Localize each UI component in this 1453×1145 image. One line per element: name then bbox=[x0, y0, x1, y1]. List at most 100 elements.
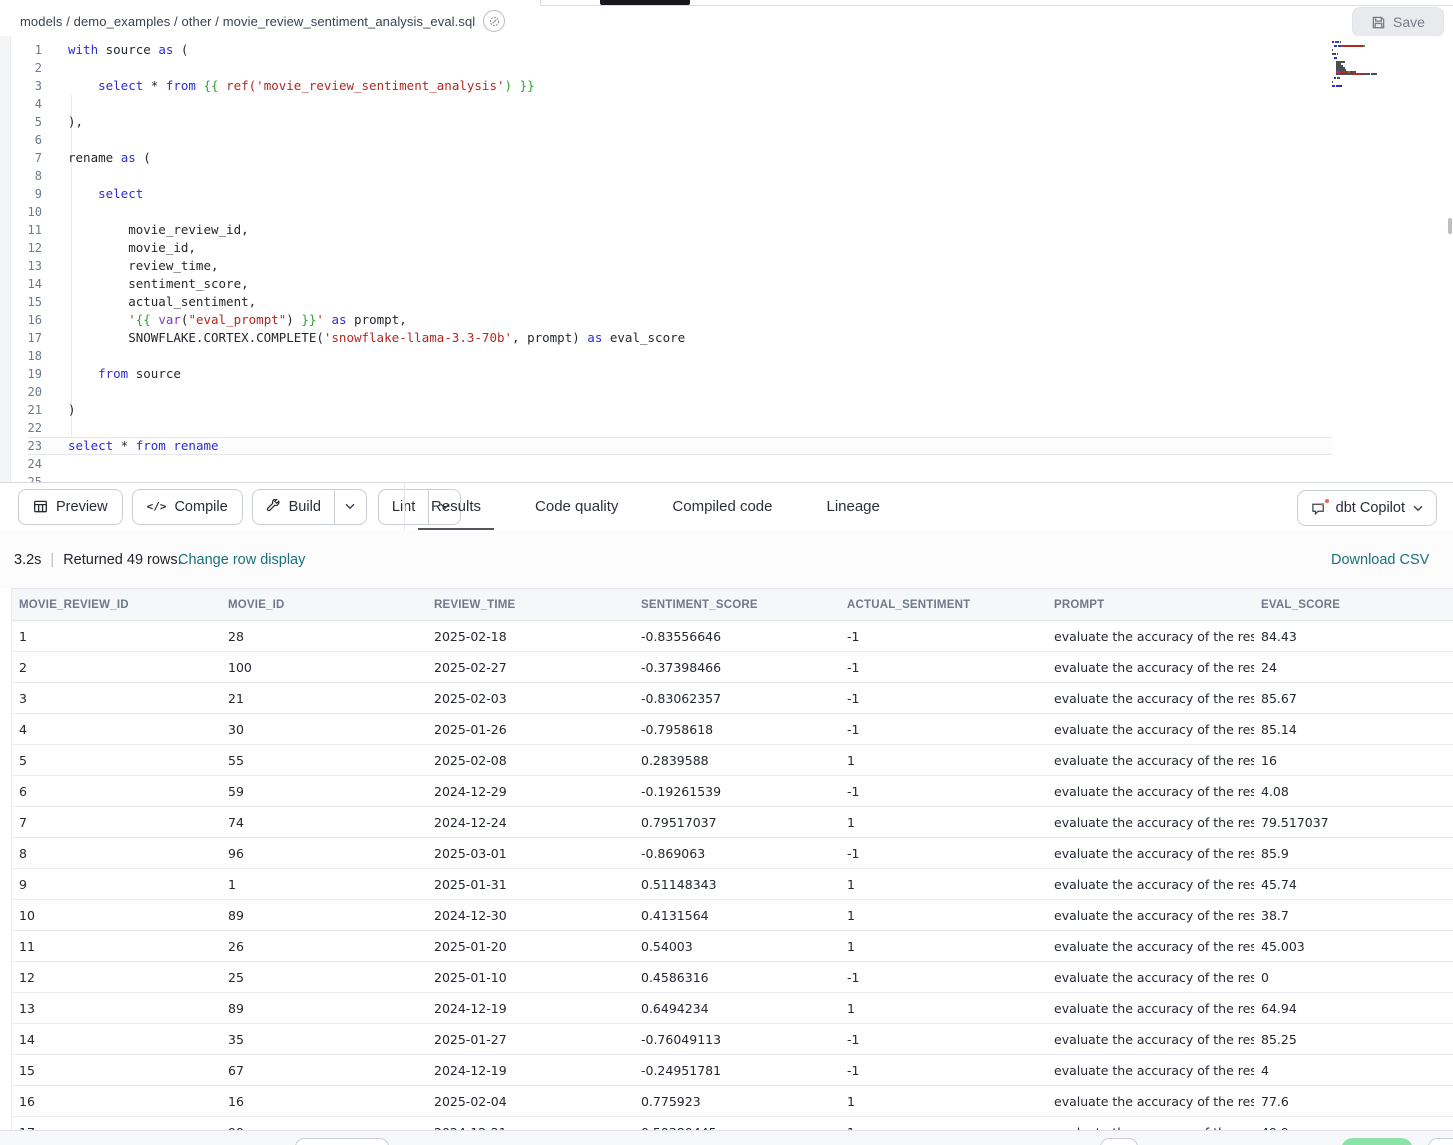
prompt-truncated-text: evaluate the accuracy of the res… bbox=[1054, 1032, 1254, 1047]
line-number: 4 bbox=[10, 95, 42, 113]
code-line[interactable]: ), bbox=[68, 113, 1453, 131]
code-line[interactable] bbox=[68, 95, 1453, 113]
code-line[interactable]: actual_sentiment, bbox=[68, 293, 1453, 311]
table-row: 10892024-12-300.41315641evaluate the acc… bbox=[12, 900, 1453, 931]
bottom-bar bbox=[0, 1130, 1453, 1145]
preview-button[interactable]: Preview bbox=[18, 489, 123, 525]
table-cell: 2025-02-04 bbox=[427, 1094, 634, 1109]
eval-score-cell: 64.94 bbox=[1254, 1001, 1453, 1016]
breadcrumb[interactable]: models / demo_examples / other / movie_r… bbox=[20, 14, 475, 29]
table-cell: 55 bbox=[221, 753, 427, 768]
build-dropdown-button[interactable] bbox=[334, 490, 366, 524]
build-split-button: Build bbox=[252, 489, 367, 525]
code-line[interactable]: rename as ( bbox=[68, 149, 1453, 167]
code-line[interactable]: from source bbox=[68, 365, 1453, 383]
code-line[interactable]: select * from {{ ref('movie_review_senti… bbox=[68, 77, 1453, 95]
compile-label: Compile bbox=[174, 499, 227, 515]
change-row-display-link[interactable]: Change row display bbox=[178, 552, 305, 568]
code-line[interactable]: SNOWFLAKE.CORTEX.COMPLETE('snowflake-lla… bbox=[68, 329, 1453, 347]
table-cell: -1 bbox=[840, 722, 1047, 737]
code-line[interactable]: movie_id, bbox=[68, 239, 1453, 257]
table-row: 21002025-02-27-0.37398466-1evaluate the … bbox=[12, 652, 1453, 683]
table-cell: 1 bbox=[840, 908, 1047, 923]
toolbar: Preview </> Compile Build bbox=[0, 483, 1453, 531]
code-icon: </> bbox=[147, 500, 167, 513]
prompt-truncated-text: evaluate the accuracy of the res… bbox=[1054, 660, 1254, 675]
line-number: 5 bbox=[10, 113, 42, 131]
results-statusbar: 3.2s | Returned 49 rows. Change row disp… bbox=[0, 530, 1453, 588]
table-cell: 59 bbox=[221, 784, 427, 799]
table-cell: -1 bbox=[840, 629, 1047, 644]
prompt-cell: evaluate the accuracy of the res…› bbox=[1047, 846, 1254, 861]
line-number: 15 bbox=[10, 293, 42, 311]
code-line[interactable] bbox=[68, 383, 1453, 401]
build-label: Build bbox=[289, 499, 321, 515]
editor-scrollbar-thumb[interactable] bbox=[1448, 218, 1452, 234]
code-line[interactable]: sentiment_score, bbox=[68, 275, 1453, 293]
code-lines[interactable]: with source as ( select * from {{ ref('m… bbox=[68, 41, 1453, 483]
line-number: 10 bbox=[10, 203, 42, 221]
table-cell: 2025-02-03 bbox=[427, 691, 634, 706]
table-cell: 0.4586316 bbox=[634, 970, 840, 985]
code-line[interactable] bbox=[68, 419, 1453, 437]
prompt-cell: evaluate the accuracy of the res…› bbox=[1047, 939, 1254, 954]
code-editor[interactable]: 1234567891011121314151617181920212223242… bbox=[0, 36, 1453, 483]
gutter: 1234567891011121314151617181920212223242… bbox=[10, 41, 42, 483]
code-line[interactable] bbox=[68, 473, 1453, 483]
table-cell: 0.79517037 bbox=[634, 815, 840, 830]
code-line[interactable]: review_time, bbox=[68, 257, 1453, 275]
bottom-partial-button-2[interactable] bbox=[1100, 1138, 1138, 1145]
line-number: 21 bbox=[10, 401, 42, 419]
bottom-partial-button-1[interactable] bbox=[295, 1138, 389, 1145]
bottom-partial-button-3[interactable] bbox=[1428, 1138, 1453, 1145]
table-row: 16162025-02-040.7759231evaluate the accu… bbox=[12, 1086, 1453, 1117]
table-row: 14352025-01-27-0.76049113-1evaluate the … bbox=[12, 1024, 1453, 1055]
table-cell: 8 bbox=[12, 846, 221, 861]
code-line[interactable] bbox=[68, 455, 1453, 473]
prompt-truncated-text: evaluate the accuracy of the res… bbox=[1054, 1063, 1254, 1078]
code-line[interactable] bbox=[68, 59, 1453, 77]
table-cell: 2025-02-18 bbox=[427, 629, 634, 644]
prompt-truncated-text: evaluate the accuracy of the res… bbox=[1054, 629, 1254, 644]
code-line[interactable]: movie_review_id, bbox=[68, 221, 1453, 239]
save-button[interactable]: Save bbox=[1352, 7, 1444, 37]
tab-compiled-code[interactable]: Compiled code bbox=[645, 483, 799, 530]
prompt-cell: evaluate the accuracy of the res…› bbox=[1047, 660, 1254, 675]
download-csv-link[interactable]: Download CSV bbox=[1331, 552, 1451, 568]
code-line[interactable]: select * from rename bbox=[68, 437, 1453, 455]
table-cell: 1 bbox=[840, 877, 1047, 892]
compile-button[interactable]: </> Compile bbox=[132, 489, 243, 525]
bottom-green-pill-button[interactable] bbox=[1341, 1138, 1413, 1145]
minimap[interactable] bbox=[1332, 38, 1442, 91]
prompt-truncated-text: evaluate the accuracy of the res… bbox=[1054, 784, 1254, 799]
code-line[interactable] bbox=[68, 347, 1453, 365]
table-cell: 3 bbox=[12, 691, 221, 706]
table-cell: 1 bbox=[840, 939, 1047, 954]
prompt-truncated-text: evaluate the accuracy of the res… bbox=[1054, 722, 1254, 737]
returned-rows: Returned 49 rows. bbox=[63, 552, 181, 568]
eval-score-cell: 45.74 bbox=[1254, 877, 1453, 892]
tab-lineage[interactable]: Lineage bbox=[799, 483, 906, 530]
code-line[interactable]: with source as ( bbox=[68, 41, 1453, 59]
code-line[interactable]: ) bbox=[68, 401, 1453, 419]
code-line[interactable] bbox=[68, 203, 1453, 221]
table-cell: 2025-01-31 bbox=[427, 877, 634, 892]
eval-score-cell: 4.08 bbox=[1254, 784, 1453, 799]
code-line[interactable]: '{{ var("eval_prompt") }}' as prompt, bbox=[68, 311, 1453, 329]
table-cell: 16 bbox=[221, 1094, 427, 1109]
table-row: 1282025-02-18-0.83556646-1evaluate the a… bbox=[12, 621, 1453, 652]
prompt-truncated-text: evaluate the accuracy of the res… bbox=[1054, 970, 1254, 985]
results-tabs: Results Code quality Compiled code Linea… bbox=[404, 483, 907, 530]
table-cell: 26 bbox=[221, 939, 427, 954]
tab-code-quality[interactable]: Code quality bbox=[508, 483, 645, 530]
code-line[interactable] bbox=[68, 131, 1453, 149]
line-number: 19 bbox=[10, 365, 42, 383]
build-button[interactable]: Build bbox=[253, 490, 334, 524]
line-number: 24 bbox=[10, 455, 42, 473]
save-icon bbox=[1371, 15, 1386, 30]
code-line[interactable]: select bbox=[68, 185, 1453, 203]
table-cell: 2025-01-27 bbox=[427, 1032, 634, 1047]
tab-results[interactable]: Results bbox=[404, 483, 508, 530]
code-line[interactable] bbox=[68, 167, 1453, 185]
dbt-copilot-button[interactable]: dbt Copilot bbox=[1297, 490, 1437, 526]
